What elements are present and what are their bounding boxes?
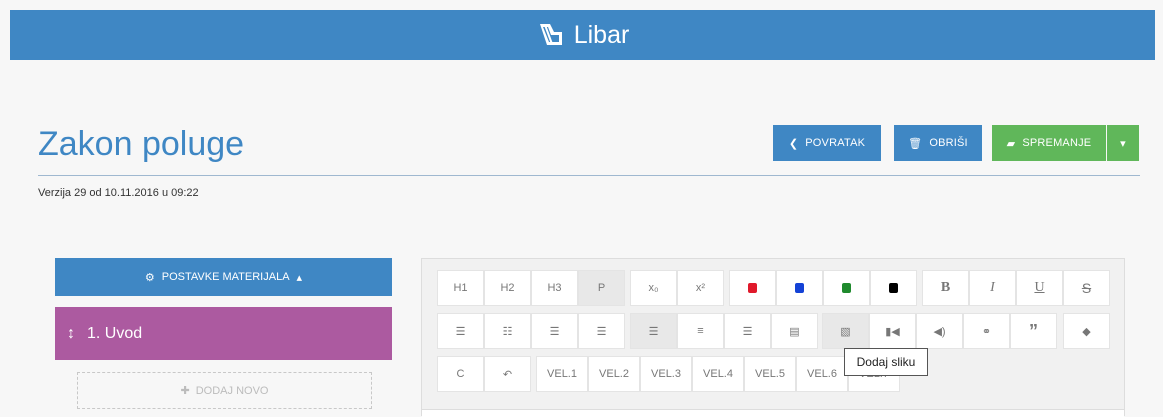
heading2-button[interactable]: H2 — [484, 270, 531, 306]
font-size-2-button[interactable]: VEL.2 — [588, 356, 640, 392]
add-new-button[interactable]: ✚ DODAJ NOVO — [77, 372, 372, 409]
font-size-3-button[interactable]: VEL.3 — [640, 356, 692, 392]
paragraph-button[interactable]: P — [578, 270, 625, 306]
material-settings-label: POSTAVKE MATERIJALA — [161, 271, 290, 283]
green-color-button[interactable] — [823, 270, 870, 306]
blue-color-button[interactable] — [776, 270, 823, 306]
underline-button[interactable]: U — [1016, 270, 1063, 306]
heading3-button[interactable]: H3 — [531, 270, 578, 306]
eraser-icon[interactable]: ◆ — [1063, 313, 1110, 349]
font-size-1-button[interactable]: VEL.1 — [536, 356, 588, 392]
italic-button[interactable]: I — [969, 270, 1016, 306]
gear-icon: ⚙ — [144, 271, 155, 284]
justify-icon[interactable]: ▤ — [771, 313, 818, 349]
brand[interactable]: Libar — [536, 20, 630, 50]
save-icon: ▰ — [1006, 137, 1016, 150]
save-button[interactable]: ▰ SPREMANJE — [992, 125, 1106, 161]
editor: H1 H2 H3 P x₀ x² B I U S ☰ ☷ ☰ ☰ ☰ ≡ ☰ ▤… — [421, 258, 1125, 417]
strikethrough-button[interactable]: S — [1063, 270, 1110, 306]
indent-icon[interactable]: ☰ — [531, 313, 578, 349]
add-new-label: DODAJ NOVO — [195, 384, 269, 397]
caret-down-icon: ▾ — [1120, 137, 1126, 150]
image-icon[interactable]: ▧ — [822, 313, 869, 349]
numbered-list-icon[interactable]: ☷ — [484, 313, 531, 349]
chevron-left-icon: ❮ — [788, 137, 799, 150]
subscript-button[interactable]: x₀ — [630, 270, 677, 306]
page-title: Zakon poluge — [38, 125, 245, 163]
font-size-6-button[interactable]: VEL.6 — [796, 356, 848, 392]
trash-icon: 🗑 — [908, 137, 923, 150]
save-label: SPREMANJE — [1022, 137, 1092, 149]
align-right-icon[interactable]: ☰ — [724, 313, 771, 349]
title-divider — [38, 175, 1140, 176]
material-settings-button[interactable]: ⚙ POSTAVKE MATERIJALA ▴ — [55, 258, 392, 296]
section-label: 1. Uvod — [87, 324, 143, 342]
image-tooltip: Dodaj sliku — [844, 348, 928, 376]
superscript-button[interactable]: x² — [677, 270, 724, 306]
black-color-button[interactable] — [870, 270, 917, 306]
align-center-icon[interactable]: ≡ — [677, 313, 724, 349]
font-size-5-button[interactable]: VEL.5 — [744, 356, 796, 392]
editor-toolbar: H1 H2 H3 P x₀ x² B I U S ☰ ☷ ☰ ☰ ☰ ≡ ☰ ▤… — [422, 259, 1124, 409]
libar-logo-icon — [539, 24, 562, 45]
audio-icon[interactable]: ◀) — [916, 313, 963, 349]
video-icon[interactable]: ▮◀ — [869, 313, 916, 349]
drag-handle-icon[interactable]: ↕ — [67, 325, 75, 343]
font-size-4-button[interactable]: VEL.4 — [692, 356, 744, 392]
delete-label: OBRIŠI — [929, 137, 968, 149]
back-label: POVRATAK — [805, 137, 866, 149]
outdent-icon[interactable]: ☰ — [578, 313, 625, 349]
brand-name: Libar — [573, 20, 630, 49]
back-button[interactable]: ❮ POVRATAK — [773, 125, 881, 161]
top-navigation: Libar — [10, 10, 1155, 60]
delete-button[interactable]: 🗑 OBRIŠI — [894, 125, 982, 161]
version-info: Verzija 29 od 10.11.2016 u 09:22 — [38, 187, 199, 199]
save-options-button[interactable]: ▾ — [1107, 125, 1139, 161]
section-item[interactable]: ↕ 1. Uvod — [55, 307, 392, 360]
plus-icon: ✚ — [180, 385, 190, 397]
undo-icon[interactable]: ↶ — [484, 356, 531, 392]
bold-button[interactable]: B — [922, 270, 969, 306]
caret-up-icon: ▴ — [296, 271, 303, 284]
list-icon[interactable]: ☰ — [437, 313, 484, 349]
quote-icon[interactable]: ” — [1010, 313, 1057, 349]
link-icon[interactable]: ⚭ — [963, 313, 1010, 349]
red-color-button[interactable] — [729, 270, 776, 306]
heading1-button[interactable]: H1 — [437, 270, 484, 306]
align-left-icon[interactable]: ☰ — [630, 313, 677, 349]
redo-icon[interactable]: C — [437, 356, 484, 392]
